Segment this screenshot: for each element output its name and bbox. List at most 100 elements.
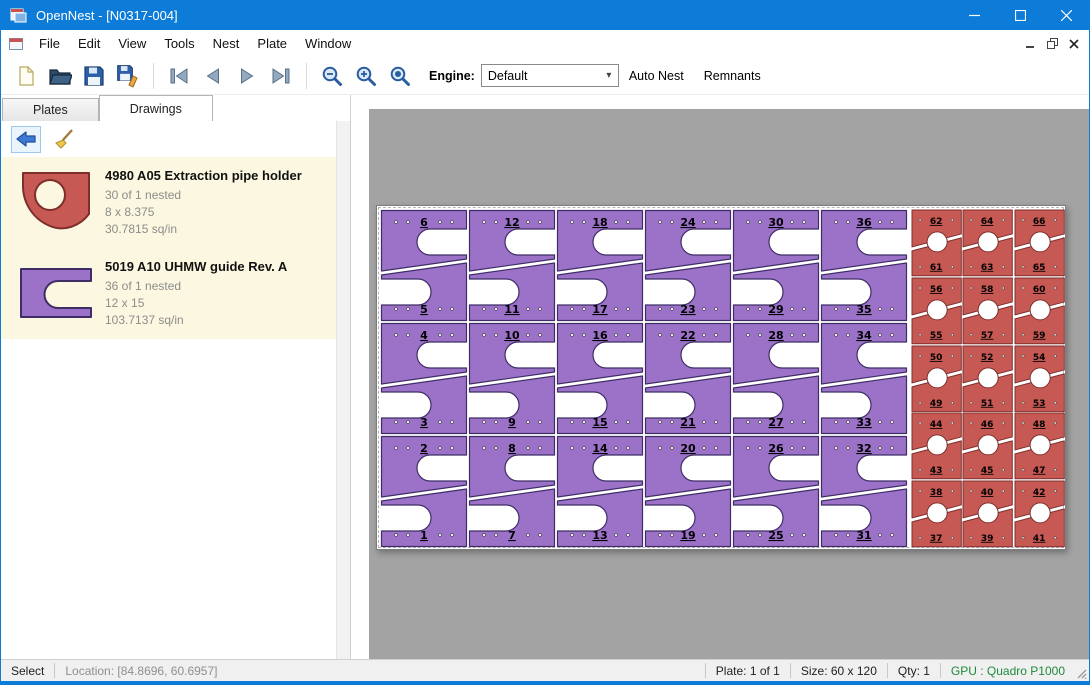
sidebar-scrollbar[interactable] [336,121,350,659]
save-icon[interactable] [79,61,109,91]
auto-nest-button[interactable]: Auto Nest [629,69,684,83]
go-previous-icon[interactable] [198,61,228,91]
nest-cell-purple[interactable]: 3635 [820,209,908,322]
nest-cell-red[interactable]: 4847 [1014,412,1065,480]
nest-cell-red[interactable]: 5049 [911,345,962,413]
part-number: 13 [592,529,607,542]
chevron-down-icon[interactable]: ▾ [600,70,618,81]
resize-grip[interactable] [1075,660,1089,681]
main-area: 6512111817242330293635431091615222128273… [351,95,1089,659]
drawing-list-item[interactable]: 4980 A05 Extraction pipe holder30 of 1 n… [1,157,336,248]
maximize-button[interactable] [997,0,1043,30]
import-part-icon[interactable] [11,126,41,153]
open-folder-icon[interactable] [45,61,75,91]
part-number: 51 [981,398,994,408]
nest-cell-purple[interactable]: 21 [380,435,468,548]
nest-cell-purple[interactable]: 14 13 [556,435,644,548]
nest-cell-red[interactable]: 6059 [1014,277,1065,345]
close-button[interactable] [1043,0,1089,30]
nest-cell-red[interactable]: 5251 [962,345,1013,413]
nest-cell-red[interactable]: 6665 [1014,209,1065,277]
part-number: 10 [504,329,520,342]
drawing-title: 4980 A05 Extraction pipe holder [105,168,302,183]
part-number: 12 [504,216,519,229]
new-document-icon[interactable] [11,61,41,91]
part-notch [1030,503,1050,523]
clear-broom-icon[interactable] [49,126,79,153]
nest-cell-purple[interactable]: 1211 [468,209,556,322]
nest-cell-red[interactable]: 6463 [962,209,1013,277]
nest-cell-red[interactable]: 62 61 [911,209,962,277]
nest-cell-purple[interactable]: 65 [380,209,468,322]
zoom-out-icon[interactable] [317,61,347,91]
menu-item-edit[interactable]: Edit [69,31,109,56]
engine-select[interactable]: Default ▾ [481,64,619,87]
go-last-icon[interactable] [266,61,296,91]
app-icon [10,7,27,23]
part-notch [978,368,998,388]
part-notch [927,435,947,455]
part-number: 61 [930,263,943,273]
remnants-button[interactable]: Remnants [704,69,761,83]
drawing-nested-count: 36 of 1 nested [105,278,287,295]
menu-item-tools[interactable]: Tools [155,31,203,56]
go-first-icon[interactable] [164,61,194,91]
nest-cell-purple[interactable]: 87 [468,435,556,548]
app-window: OpenNest - [N0317-004] FileEditViewTools… [0,0,1090,685]
nest-cell-purple[interactable]: 3433 [820,322,908,435]
drawing-list-item[interactable]: 5019 A10 UHMW guide Rev. A36 of 1 nested… [1,248,336,339]
nest-cell-red[interactable]: 4039 [962,480,1013,548]
part-number: 64 [981,217,994,227]
nest-cell-red[interactable]: 4645 [962,412,1013,480]
menu-item-plate[interactable]: Plate [248,31,296,56]
tab-drawings[interactable]: Drawings [99,95,213,121]
menu-item-nest[interactable]: Nest [204,31,249,56]
nest-cell-red[interactable]: 4241 [1014,480,1065,548]
nest-cell-purple[interactable]: 2423 [644,209,732,322]
nest-cell-purple[interactable]: 1615 [556,322,644,435]
zoom-in-icon[interactable] [351,61,381,91]
nest-cell-red[interactable]: 5655 [911,277,962,345]
part-number: 4 [420,329,428,342]
window-bottom-border [1,681,1089,685]
nest-cell-purple[interactable]: 109 [468,322,556,435]
nest-cell-purple[interactable]: 2827 [732,322,820,435]
nest-cell-red[interactable]: 5453 [1014,345,1065,413]
status-size: Size: 60 x 120 [791,664,887,678]
nest-cell-purple[interactable]: 2019 [644,435,732,548]
menu-item-window[interactable]: Window [296,31,360,56]
nest-cell-purple[interactable]: 43 [380,322,468,435]
part-number: 62 [930,217,943,227]
mdi-restore-button[interactable] [1041,34,1063,54]
part-number: 54 [1032,353,1045,363]
nest-cell-red[interactable]: 5857 [962,277,1013,345]
plate[interactable]: 6512111817242330293635431091615222128273… [376,205,1066,550]
zoom-fit-icon[interactable] [385,61,415,91]
menu-item-view[interactable]: View [109,31,155,56]
part-thumbnail [7,254,105,329]
tab-plates[interactable]: Plates [2,98,99,121]
minimize-button[interactable] [951,0,997,30]
part-number: 65 [1032,263,1045,273]
nest-cell-purple[interactable]: 2625 [732,435,820,548]
mdi-minimize-button[interactable] [1019,34,1041,54]
part-number: 17 [592,303,607,316]
nesting-canvas[interactable]: 6512111817242330293635431091615222128273… [369,109,1089,659]
part-number: 46 [981,420,994,430]
part-number: 28 [768,329,783,342]
go-next-icon[interactable] [232,61,262,91]
nest-cell-purple[interactable]: 3231 [820,435,908,548]
menu-item-file[interactable]: File [30,31,69,56]
save-as-icon[interactable] [113,61,143,91]
mdi-close-button[interactable] [1063,34,1085,54]
sidebar: PlatesDrawings 4980 A05 Extraction pipe … [1,95,351,659]
nest-cell-purple[interactable]: 2221 [644,322,732,435]
nest-cell-purple[interactable]: 3029 [732,209,820,322]
nest-cell-red[interactable]: 3837 [911,480,962,548]
purple-grid: 6512111817242330293635431091615222128273… [380,209,908,548]
document-icon[interactable] [9,37,24,51]
part-number: 14 [592,442,608,455]
nest-cell-purple[interactable]: 1817 [556,209,644,322]
part-number: 3 [420,416,428,429]
nest-cell-red[interactable]: 4443 [911,412,962,480]
